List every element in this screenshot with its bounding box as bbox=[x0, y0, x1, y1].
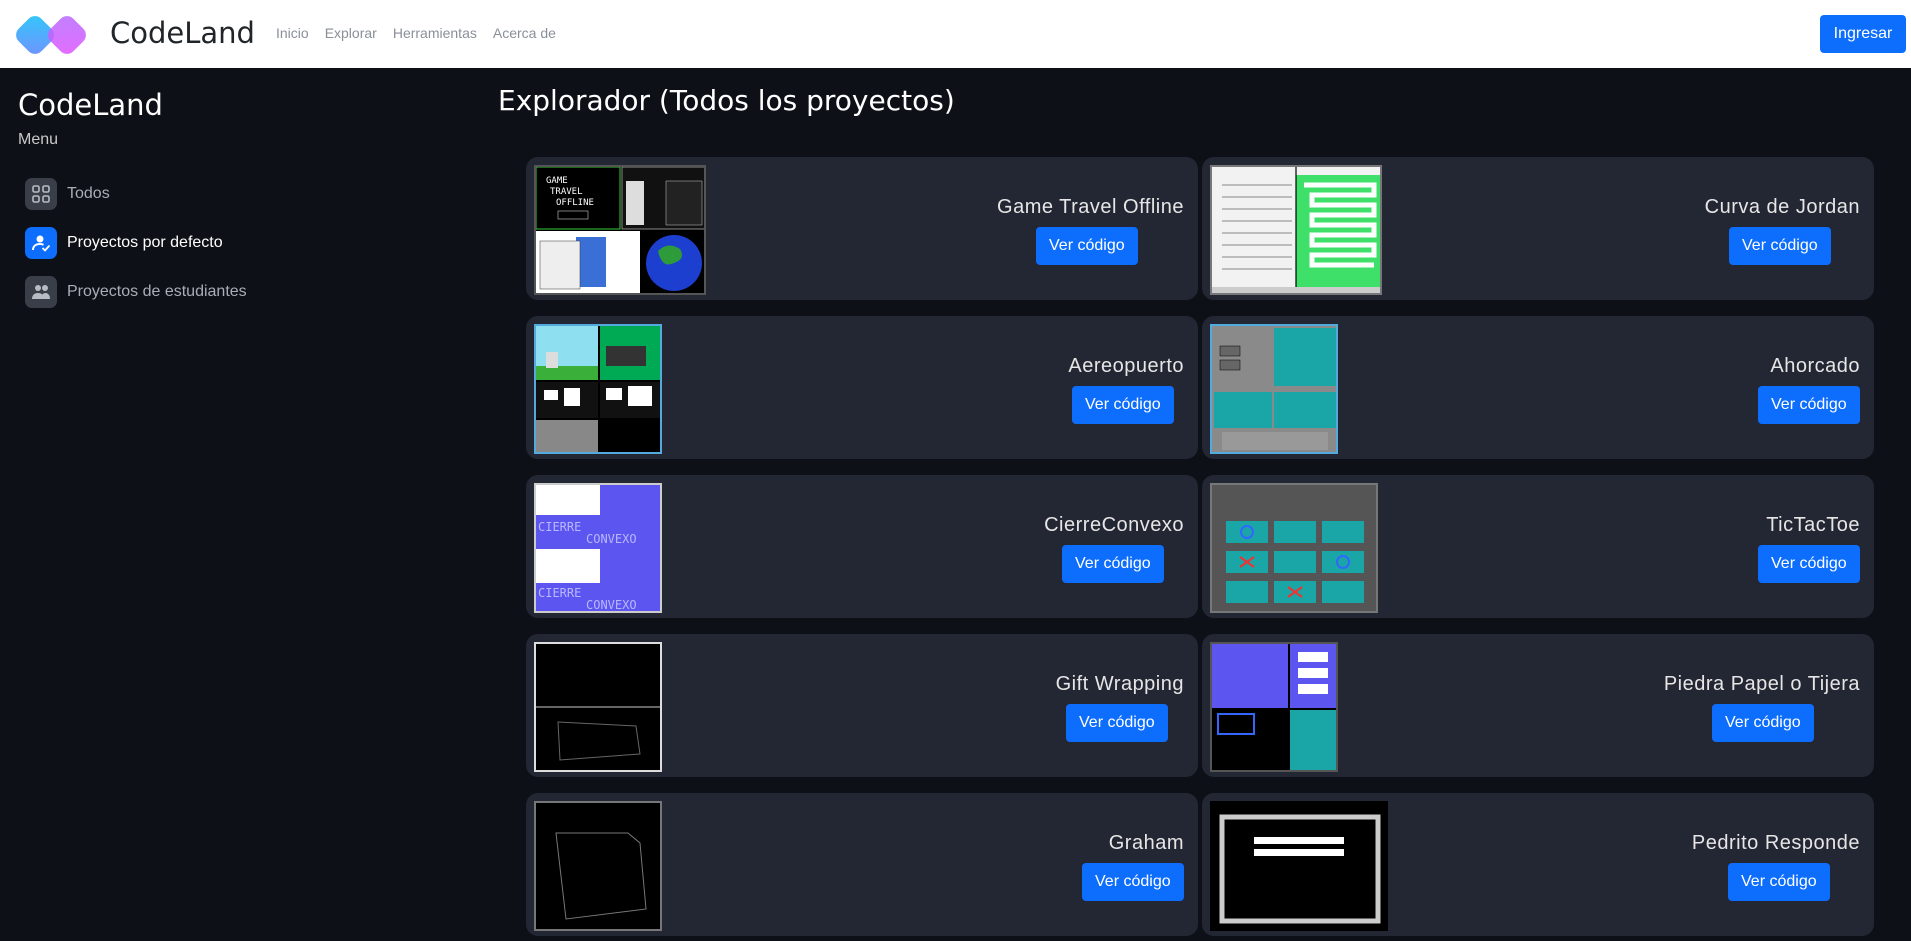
brand-name[interactable]: CodeLand bbox=[110, 16, 255, 50]
project-card: GAME TRAVEL OFFLINE Game Travel Offline … bbox=[526, 157, 1198, 300]
view-code-button[interactable]: Ver código bbox=[1036, 227, 1138, 265]
project-card: Pedrito Responde Ver código bbox=[1202, 793, 1874, 936]
project-thumbnail[interactable] bbox=[1210, 324, 1338, 454]
codeland-logo[interactable] bbox=[15, 13, 91, 57]
project-thumbnail[interactable] bbox=[1210, 165, 1382, 295]
nav-link-explorar[interactable]: Explorar bbox=[325, 25, 377, 41]
user-check-icon bbox=[25, 227, 57, 259]
sidebar-subtitle: Menu bbox=[18, 131, 59, 148]
project-title: Aereopuerto bbox=[1068, 355, 1184, 377]
project-title: Curva de Jordan bbox=[1704, 196, 1860, 218]
project-card: Graham Ver código bbox=[526, 793, 1198, 936]
project-thumbnail[interactable] bbox=[534, 324, 662, 454]
users-icon bbox=[25, 276, 57, 308]
project-title: CierreConvexo bbox=[1044, 514, 1184, 536]
project-thumbnail[interactable]: GAME TRAVEL OFFLINE bbox=[534, 165, 706, 295]
project-card: Aereopuerto Ver código bbox=[526, 316, 1198, 459]
view-code-button[interactable]: Ver código bbox=[1066, 704, 1168, 742]
project-title: Ahorcado bbox=[1770, 355, 1860, 377]
view-code-button[interactable]: Ver código bbox=[1758, 386, 1860, 424]
view-code-button[interactable]: Ver código bbox=[1062, 545, 1164, 583]
project-thumbnail[interactable]: CIERRE CONVEXO CIERRE CONVEXO bbox=[534, 483, 662, 613]
view-code-button[interactable]: Ver código bbox=[1729, 227, 1831, 265]
svg-text:TRAVEL: TRAVEL bbox=[550, 187, 583, 197]
view-code-button[interactable]: Ver código bbox=[1082, 863, 1184, 901]
project-card: Gift Wrapping Ver código bbox=[526, 634, 1198, 777]
sidebar-title: CodeLand bbox=[18, 88, 163, 122]
project-card: Ahorcado Ver código bbox=[1202, 316, 1874, 459]
sidebar-item-estudiantes[interactable]: Proyectos de estudiantes bbox=[25, 275, 247, 309]
project-thumbnail[interactable] bbox=[1210, 801, 1388, 931]
project-card: Piedra Papel o Tijera Ver código bbox=[1202, 634, 1874, 777]
top-navbar: CodeLand Inicio Explorar Herramientas Ac… bbox=[0, 0, 1911, 68]
svg-text:OFFLINE: OFFLINE bbox=[556, 198, 594, 208]
login-button[interactable]: Ingresar bbox=[1820, 15, 1906, 53]
svg-text:CONVEXO: CONVEXO bbox=[586, 532, 637, 546]
sidebar-item-label: Proyectos de estudiantes bbox=[67, 283, 247, 300]
svg-text:CIERRE: CIERRE bbox=[538, 586, 581, 600]
nav-link-inicio[interactable]: Inicio bbox=[276, 25, 309, 41]
project-thumbnail[interactable] bbox=[1210, 483, 1378, 613]
project-thumbnail[interactable] bbox=[534, 642, 662, 772]
sidebar-item-todos[interactable]: Todos bbox=[25, 177, 110, 211]
sidebar: CodeLand Menu Todos Proyectos por defect… bbox=[0, 68, 480, 941]
nav-link-herramientas[interactable]: Herramientas bbox=[393, 25, 477, 41]
project-title: Gift Wrapping bbox=[1055, 673, 1184, 695]
project-card: TicTacToe Ver código bbox=[1202, 475, 1874, 618]
project-title: Graham bbox=[1108, 832, 1184, 854]
view-code-button[interactable]: Ver código bbox=[1072, 386, 1174, 424]
project-title: Game Travel Offline bbox=[997, 196, 1184, 218]
project-thumbnail[interactable] bbox=[1210, 642, 1338, 772]
view-code-button[interactable]: Ver código bbox=[1712, 704, 1814, 742]
sidebar-item-defecto[interactable]: Proyectos por defecto bbox=[25, 226, 223, 260]
svg-text:CIERRE: CIERRE bbox=[538, 520, 581, 534]
page-title: Explorador (Todos los proyectos) bbox=[498, 84, 955, 117]
sidebar-item-label: Todos bbox=[67, 185, 110, 202]
view-code-button[interactable]: Ver código bbox=[1728, 863, 1830, 901]
project-thumbnail[interactable] bbox=[534, 801, 662, 931]
svg-text:GAME: GAME bbox=[546, 176, 568, 186]
project-card: CIERRE CONVEXO CIERRE CONVEXO CierreConv… bbox=[526, 475, 1198, 618]
project-card: Curva de Jordan Ver código bbox=[1202, 157, 1874, 300]
project-title: TicTacToe bbox=[1766, 514, 1860, 536]
project-title: Pedrito Responde bbox=[1691, 832, 1860, 854]
sidebar-item-label: Proyectos por defecto bbox=[67, 234, 223, 251]
view-code-button[interactable]: Ver código bbox=[1758, 545, 1860, 583]
project-title: Piedra Papel o Tijera bbox=[1663, 673, 1860, 695]
svg-text:CONVEXO: CONVEXO bbox=[586, 598, 637, 612]
nav-link-acerca[interactable]: Acerca de bbox=[493, 25, 556, 41]
nav-links: Inicio Explorar Herramientas Acerca de bbox=[276, 25, 556, 41]
grid-icon bbox=[25, 178, 57, 210]
